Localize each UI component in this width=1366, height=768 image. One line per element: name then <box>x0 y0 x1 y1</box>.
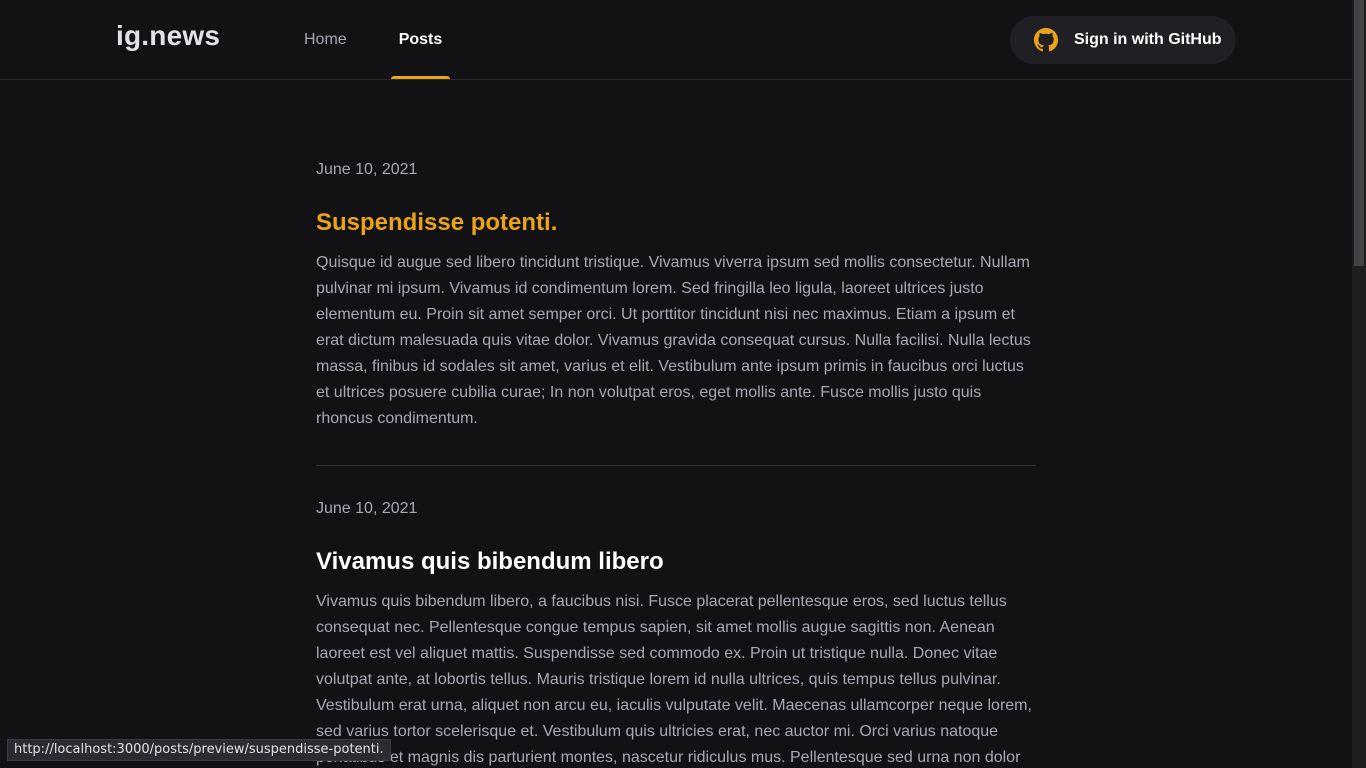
post-title[interactable]: Vivamus quis bibendum libero <box>316 547 1036 577</box>
post-item[interactable]: June 10, 2021 Suspendisse potenti. Quisq… <box>316 80 1036 432</box>
post-date: June 10, 2021 <box>316 161 418 178</box>
logo[interactable]: ig.news <box>116 20 220 52</box>
link-status-bar: http://localhost:3000/posts/preview/susp… <box>7 739 391 761</box>
top-header: ig.news Home Posts Sign in with GitHub <box>0 0 1352 80</box>
page: ig.news Home Posts Sign in with GitHub J… <box>0 0 1366 768</box>
page-scrollbar[interactable] <box>1352 0 1366 768</box>
post-title[interactable]: Suspendisse potenti. <box>316 208 1036 238</box>
nav-home-link[interactable]: Home <box>304 0 347 79</box>
nav-posts-link[interactable]: Posts <box>390 0 451 79</box>
main-nav: Home Posts <box>304 0 450 79</box>
sign-in-label: Sign in with GitHub <box>1074 31 1222 48</box>
post-excerpt: Quisque id augue sed libero tincidunt tr… <box>316 254 1031 427</box>
header-inner: ig.news Home Posts Sign in with GitHub <box>116 0 1236 79</box>
github-icon <box>1034 28 1058 52</box>
posts-list: June 10, 2021 Suspendisse potenti. Quisq… <box>316 80 1036 768</box>
post-date: June 10, 2021 <box>316 500 418 517</box>
sign-in-github-button[interactable]: Sign in with GitHub <box>1010 16 1236 64</box>
post-excerpt: Vivamus quis bibendum libero, a faucibus… <box>316 593 1032 766</box>
post-item[interactable]: June 10, 2021 Vivamus quis bibendum libe… <box>316 466 1036 768</box>
scrollbar-thumb[interactable] <box>1354 0 1364 266</box>
